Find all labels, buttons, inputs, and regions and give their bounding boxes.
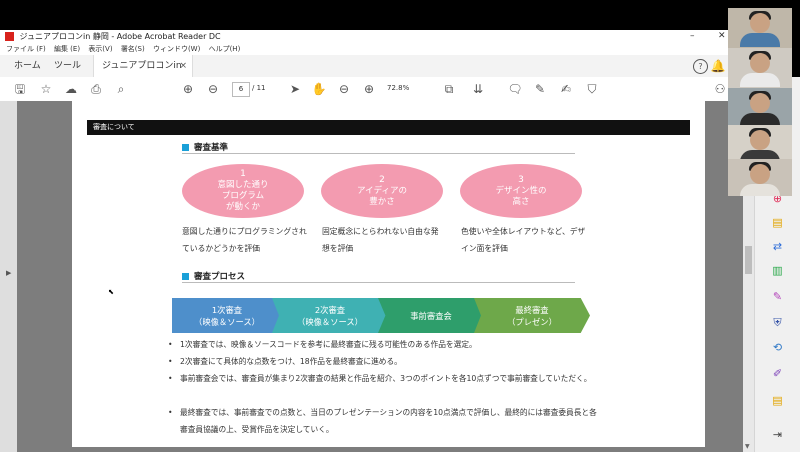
participant-body bbox=[740, 184, 780, 196]
zoom-level[interactable]: 72.8% bbox=[387, 82, 427, 95]
select-cursor-icon[interactable]: ➤ bbox=[287, 81, 303, 97]
section-header: 審査について bbox=[87, 120, 690, 135]
organize-pages-icon[interactable]: ▥ bbox=[770, 263, 785, 278]
participant-face bbox=[750, 53, 770, 73]
step-second-screening: 2次審査 （映像＆ソース） bbox=[272, 298, 388, 333]
participant-face bbox=[750, 13, 770, 33]
participant-face bbox=[750, 130, 770, 150]
collapse-panel-icon[interactable]: ⇥ bbox=[770, 427, 785, 442]
bullet-item: • 2次審査にて具体的な点数をつけ、18作品を最終審査に進める。 bbox=[168, 357, 402, 366]
menu-view[interactable]: 表示(V) bbox=[88, 45, 112, 53]
pdf-page: 審査について 審査基準 1 意図した通り プログラム が動くか 2 アイディアの… bbox=[72, 101, 705, 447]
bullet-item: • 1次審査では、映像＆ソースコードを参考に最終審査に残る可能性のある作品を選定。 bbox=[168, 340, 477, 349]
export-pdf-icon[interactable]: ⇄ bbox=[770, 239, 785, 254]
process-heading: 審査プロセス bbox=[182, 270, 245, 282]
participant-body bbox=[740, 150, 780, 159]
acrobat-window: ジュニアプロコンin 静岡 - Adobe Acrobat Reader DC … bbox=[0, 0, 800, 452]
participant-body bbox=[740, 33, 780, 47]
print-icon[interactable]: ⎙ bbox=[88, 81, 104, 97]
title-bar: ジュニアプロコンin 静岡 - Adobe Acrobat Reader DC … bbox=[0, 30, 728, 43]
bullet-item: • 最終審査では、事前審査での点数と、当日のプレゼンテーションの内容を10点満点で… bbox=[168, 408, 597, 434]
criterion-1-description: 意図した通りにプログラミングされているかどうかを評価 bbox=[182, 227, 307, 253]
participant-video[interactable] bbox=[728, 159, 792, 196]
mouse-cursor-icon: ⬉ bbox=[108, 288, 114, 296]
process-flow: 1次審査 （映像＆ソース） 2次審査 （映像＆ソース） 事前審査会 最終審査 （プレゼ… bbox=[172, 298, 592, 333]
bullet-item: • 事前審査会では、審査員が集まり2次審査の結果と作品を紹介、3つのポイントを各1… bbox=[168, 374, 592, 383]
close-tab-button[interactable]: × bbox=[179, 55, 187, 77]
criterion-2-ellipse: 2 アイディアの 豊かさ bbox=[321, 164, 443, 218]
criterion-2-description: 固定概念にとらわれない自由な発想を評価 bbox=[322, 227, 439, 253]
search-icon[interactable]: ⌕ bbox=[113, 81, 129, 97]
fit-page-icon[interactable]: ⧉ bbox=[441, 81, 457, 97]
edit-pdf-icon[interactable]: ✐ bbox=[770, 366, 785, 381]
previous-page-icon[interactable]: ⊕ bbox=[180, 81, 196, 97]
criterion-1-ellipse: 1 意図した通り プログラム が動くか bbox=[182, 164, 304, 218]
cloud-upload-icon[interactable]: ☁ bbox=[63, 81, 79, 97]
comment-tool-icon[interactable]: ▤ bbox=[770, 215, 785, 230]
save-icon[interactable]: 🖫 bbox=[12, 81, 28, 97]
hand-tool-icon[interactable]: ✋ bbox=[311, 81, 327, 97]
step-preliminary-meeting: 事前審査会 bbox=[378, 298, 484, 333]
step-first-screening: 1次審査 （映像＆ソース） bbox=[172, 298, 282, 333]
protect-icon[interactable]: ⛨ bbox=[770, 315, 785, 330]
scroll-mode-icon[interactable]: ⇊ bbox=[470, 81, 486, 97]
stamp-icon[interactable]: ⛉ bbox=[584, 81, 600, 97]
screen-top-bar bbox=[0, 0, 800, 30]
menu-window[interactable]: ウィンドウ(W) bbox=[153, 45, 200, 53]
highlight-icon[interactable]: ✎ bbox=[532, 81, 548, 97]
scroll-down-icon[interactable]: ▼ bbox=[745, 443, 750, 450]
bell-icon[interactable]: 🔔 bbox=[710, 58, 726, 74]
close-window-button[interactable]: ✕ bbox=[718, 30, 726, 43]
enhance-scan-icon[interactable]: ⟲ bbox=[770, 340, 785, 355]
menu-sign[interactable]: 署名(S) bbox=[121, 45, 145, 53]
participant-body bbox=[740, 113, 780, 125]
criterion-3-description: 色使いや全体レイアウトなど、デザイン面を評価 bbox=[461, 227, 586, 253]
participant-video[interactable] bbox=[728, 48, 792, 88]
bullet-square-icon bbox=[182, 144, 189, 151]
minimize-button[interactable]: – bbox=[690, 30, 695, 43]
zoom-out-icon[interactable]: ⊖ bbox=[336, 81, 352, 97]
page-count: / 11 bbox=[252, 84, 266, 92]
criteria-heading: 審査基準 bbox=[182, 141, 228, 153]
tab-bar: ホーム ツール ジュニアプロコンin ... × ? 🔔 bbox=[0, 55, 728, 93]
participant-video[interactable] bbox=[728, 125, 792, 159]
menu-help[interactable]: ヘルプ(H) bbox=[209, 45, 241, 53]
expand-left-pane-icon[interactable]: ▶ bbox=[6, 269, 11, 277]
step-final-screening: 最終審査 （プレゼン） bbox=[474, 298, 590, 333]
sign-in-icon[interactable]: ⚇ bbox=[712, 81, 728, 97]
document-view[interactable]: 審査について 審査基準 1 意図した通り プログラム が動くか 2 アイディアの… bbox=[17, 101, 743, 452]
menu-edit[interactable]: 編集 (E) bbox=[54, 45, 80, 53]
menu-file[interactable]: ファイル (F) bbox=[6, 45, 46, 53]
next-page-icon[interactable]: ⊖ bbox=[205, 81, 221, 97]
page-number-input[interactable]: 6 bbox=[232, 82, 250, 97]
criterion-3-ellipse: 3 デザイン性の 高さ bbox=[460, 164, 582, 218]
fill-sign-icon[interactable]: ✎ bbox=[770, 289, 785, 304]
process-rule bbox=[182, 282, 575, 283]
participant-face bbox=[750, 93, 770, 113]
more-tools-icon[interactable]: ▤ bbox=[770, 393, 785, 408]
participant-video[interactable] bbox=[728, 88, 792, 125]
help-icon[interactable]: ? bbox=[693, 59, 708, 74]
bullet-square-icon bbox=[182, 273, 189, 280]
star-icon[interactable]: ☆ bbox=[38, 81, 54, 97]
comment-icon[interactable]: 🗨 bbox=[507, 81, 523, 97]
tab-tools[interactable]: ツール bbox=[54, 55, 81, 77]
participant-face bbox=[750, 164, 770, 184]
sign-icon[interactable]: ✍ bbox=[558, 81, 574, 97]
zoom-in-icon[interactable]: ⊕ bbox=[361, 81, 377, 97]
acrobat-logo-icon bbox=[5, 32, 14, 41]
left-nav-pane[interactable]: ▶ bbox=[0, 101, 18, 452]
tab-document[interactable]: ジュニアプロコンin ... × bbox=[93, 55, 193, 93]
participant-video[interactable] bbox=[728, 8, 792, 48]
window-title: ジュニアプロコンin 静岡 - Adobe Acrobat Reader DC bbox=[19, 32, 221, 41]
scrollbar-thumb[interactable] bbox=[745, 246, 752, 274]
tab-home[interactable]: ホーム bbox=[14, 55, 41, 77]
toolbar: 🖫 ☆ ☁ ⎙ ⌕ ⊕ ⊖ 6 / 11 ➤ ✋ ⊖ ⊕ 72.8% ⧉ ⇊ 🗨… bbox=[0, 77, 728, 102]
criteria-rule bbox=[182, 153, 575, 154]
participant-body bbox=[740, 73, 780, 87]
menu-bar: ファイル (F) 編集 (E) 表示(V) 署名(S) ウィンドウ(W) ヘルプ… bbox=[0, 43, 728, 55]
